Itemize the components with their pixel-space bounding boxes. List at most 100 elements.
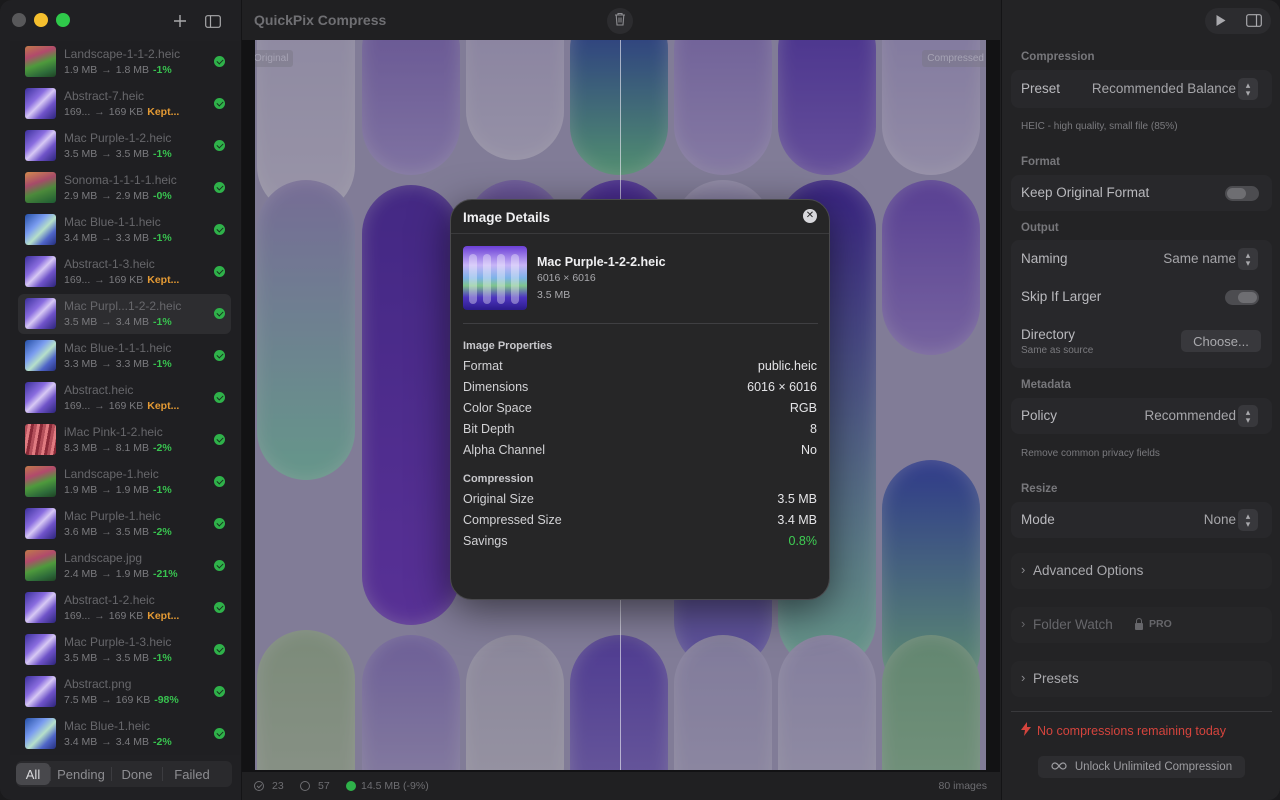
mode-chevron-icon[interactable]: ▴ ▾: [1238, 509, 1258, 531]
arrow-right-icon: →: [101, 190, 112, 202]
skip-larger-toggle[interactable]: [1225, 290, 1259, 305]
presets-disclosure[interactable]: › Presets: [1011, 661, 1272, 697]
file-list-item[interactable]: Abstract-1-2.heic 169... → 169 KB Kept...: [18, 588, 231, 628]
dialog-file-size: 3.5 MB: [537, 289, 571, 301]
image-properties-header: Image Properties: [463, 340, 553, 352]
toolbar-right-group: [1205, 8, 1271, 34]
add-icon[interactable]: [169, 10, 191, 32]
property-label: Dimensions: [463, 380, 529, 394]
checkmark-icon: [214, 476, 225, 487]
play-icon[interactable]: [1215, 14, 1227, 32]
trash-button[interactable]: [607, 8, 633, 34]
arrow-right-icon: →: [101, 694, 112, 706]
folder-watch-disclosure[interactable]: › Folder Watch PRO: [1011, 607, 1272, 643]
file-list-item[interactable]: Mac Purpl...1-2-2.heic 3.5 MB → 3.4 MB -1%: [18, 294, 231, 334]
file-list-item[interactable]: iMac Pink-1-2.heic 8.3 MB → 8.1 MB -2%: [18, 420, 231, 460]
policy-hint: Remove common privacy fields: [1021, 448, 1160, 459]
checkmark-icon: [214, 560, 225, 571]
unlock-button[interactable]: Unlock Unlimited Compression: [1038, 756, 1245, 778]
file-list-item[interactable]: Landscape-1-1-2.heic 1.9 MB → 1.8 MB -1%: [18, 42, 231, 82]
chevron-right-icon: ›: [1021, 670, 1026, 685]
close-icon[interactable]: ✕: [803, 209, 817, 223]
savings-percent: Kept...: [147, 400, 180, 412]
naming-chevron-icon[interactable]: ▴ ▾: [1238, 248, 1258, 270]
dialog-title: Image Details: [463, 210, 551, 225]
naming-label: Naming: [1021, 251, 1068, 266]
metadata-section-label: Metadata: [1021, 379, 1071, 391]
dialog-file-name: Mac Purple-1-2-2.heic: [537, 255, 666, 269]
preset-chevron-icon[interactable]: ▴ ▾: [1238, 78, 1258, 100]
file-list-item[interactable]: Mac Purple-1-3.heic 3.5 MB → 3.5 MB -1%: [18, 630, 231, 670]
file-thumbnail: [25, 172, 56, 203]
arrow-right-icon: →: [101, 736, 112, 748]
file-list-item[interactable]: Abstract-7.heic 169... → 169 KB Kept...: [18, 84, 231, 124]
toolbar: QuickPix Compress: [242, 0, 1000, 40]
filter-all[interactable]: All: [16, 763, 50, 785]
minimize-window-button[interactable]: [34, 13, 48, 27]
file-size-change: 3.6 MB → 3.5 MB -2%: [64, 526, 172, 538]
mode-row[interactable]: Mode None ▴ ▾: [1011, 502, 1272, 538]
file-size-change: 7.5 MB → 169 KB -98%: [64, 694, 179, 706]
file-size-change: 169... → 169 KB Kept...: [64, 274, 180, 286]
naming-value[interactable]: Same name: [1163, 251, 1236, 266]
keep-format-toggle[interactable]: [1225, 186, 1259, 201]
filter-pending[interactable]: Pending: [51, 763, 111, 785]
arrow-right-icon: →: [101, 232, 112, 244]
savings-percent: -21%: [153, 568, 178, 580]
window-controls: [12, 13, 70, 27]
folder-watch-label: Folder Watch: [1033, 617, 1113, 632]
preset-label: Preset: [1021, 81, 1061, 96]
file-list-item[interactable]: Mac Blue-1-1-1.heic 3.3 MB → 3.3 MB -1%: [18, 336, 231, 376]
file-list-item[interactable]: Landscape.jpg 2.4 MB → 1.9 MB -21%: [18, 546, 231, 586]
file-name: Mac Purpl...1-2-2.heic: [64, 299, 182, 313]
inspector-toggle-icon[interactable]: [1246, 14, 1262, 32]
preset-value[interactable]: Recommended Balance: [1092, 81, 1236, 96]
property-value: 6016 × 6016: [747, 380, 817, 394]
checkmark-icon: [214, 98, 225, 109]
file-list-item[interactable]: Landscape-1.heic 1.9 MB → 1.9 MB -1%: [18, 462, 231, 502]
file-thumbnail: [25, 214, 56, 245]
file-list-item[interactable]: Mac Blue-1-1.heic 3.4 MB → 3.3 MB -1%: [18, 210, 231, 250]
filter-done[interactable]: Done: [112, 763, 162, 785]
checkmark-icon: [214, 518, 225, 529]
app-title: QuickPix Compress: [254, 12, 387, 28]
file-list-item[interactable]: Mac Purple-1-2.heic 3.5 MB → 3.5 MB -1%: [18, 126, 231, 166]
savings-percent: Kept...: [147, 106, 180, 118]
mode-value[interactable]: None: [1204, 512, 1236, 527]
checkmark-icon: [214, 686, 225, 697]
chevron-right-icon: ›: [1021, 616, 1026, 631]
sidebar-toggle-icon[interactable]: [202, 10, 224, 32]
choose-directory-button[interactable]: Choose...: [1181, 330, 1261, 352]
file-size-change: 8.3 MB → 8.1 MB -2%: [64, 442, 172, 454]
arrow-right-icon: →: [101, 358, 112, 370]
arrow-right-icon: →: [101, 442, 112, 454]
format-section-label: Format: [1021, 156, 1060, 168]
checkmark-icon: [214, 392, 225, 403]
file-list-item[interactable]: Sonoma-1-1-1-1.heic 2.9 MB → 2.9 MB -0%: [18, 168, 231, 208]
advanced-options-disclosure[interactable]: › Advanced Options: [1011, 553, 1272, 589]
close-window-button[interactable]: [12, 13, 26, 27]
file-name: Abstract-1-3.heic: [64, 257, 155, 271]
file-name: Landscape-1.heic: [64, 467, 159, 481]
policy-value[interactable]: Recommended: [1144, 408, 1236, 423]
file-list-item[interactable]: Mac Purple-1.heic 3.6 MB → 3.5 MB -2%: [18, 504, 231, 544]
arrow-right-icon: →: [94, 274, 105, 286]
file-name: Mac Blue-1-1.heic: [64, 215, 161, 229]
preset-row[interactable]: Preset Recommended Balance ▴ ▾: [1011, 70, 1272, 108]
sidebar: Landscape-1-1-2.heic 1.9 MB → 1.8 MB -1% Abst…: [0, 0, 242, 800]
keep-format-row: Keep Original Format: [1011, 175, 1272, 211]
file-size-change: 2.4 MB → 1.9 MB -21%: [64, 568, 178, 580]
file-list-item[interactable]: Abstract-1-3.heic 169... → 169 KB Kept...: [18, 252, 231, 292]
file-list-item[interactable]: Abstract.heic 169... → 169 KB Kept...: [18, 378, 231, 418]
checkmark-icon: [214, 56, 225, 67]
policy-chevron-icon[interactable]: ▴ ▾: [1238, 405, 1258, 427]
compression-stat-label: Savings: [463, 534, 508, 548]
maximize-window-button[interactable]: [56, 13, 70, 27]
policy-row[interactable]: Policy Recommended ▴ ▾: [1011, 398, 1272, 434]
output-section-label: Output: [1021, 222, 1059, 234]
file-list-item[interactable]: Abstract.png 7.5 MB → 169 KB -98%: [18, 672, 231, 712]
filter-failed[interactable]: Failed: [163, 763, 221, 785]
property-label: Bit Depth: [463, 422, 515, 436]
file-list-item[interactable]: Mac Blue-1.heic 3.4 MB → 3.4 MB -2%: [18, 714, 231, 754]
presets-label: Presets: [1033, 671, 1079, 686]
